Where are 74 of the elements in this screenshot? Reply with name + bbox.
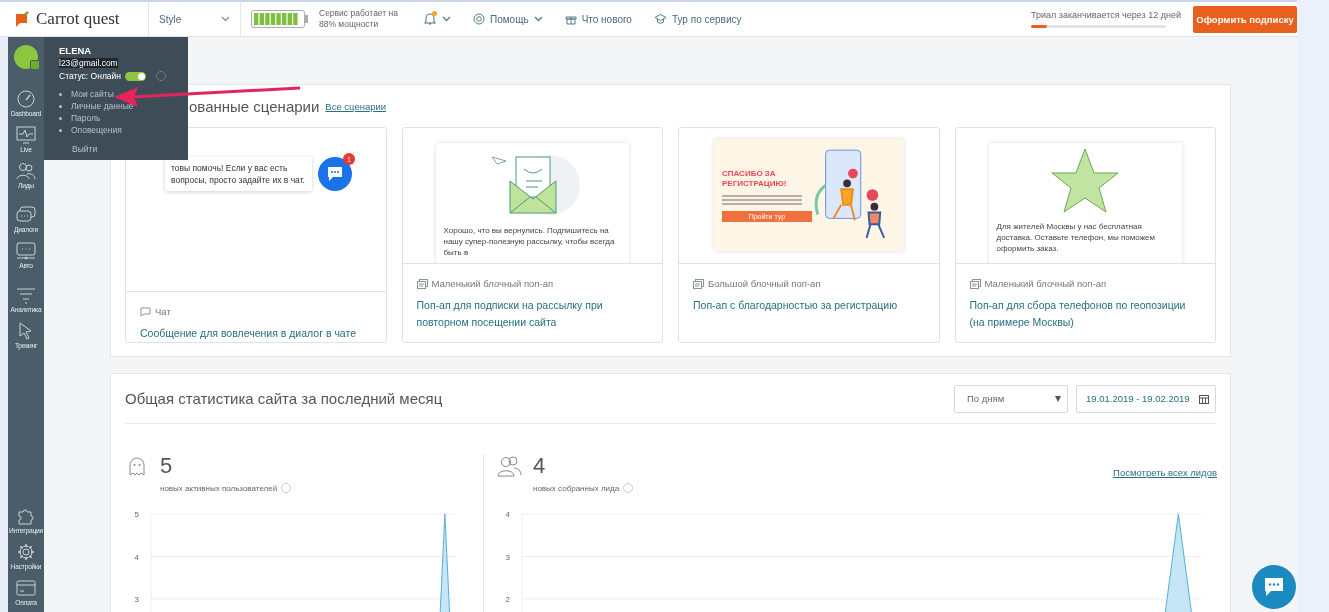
menu-item[interactable]: Пароль bbox=[59, 112, 173, 124]
lifebuoy-icon bbox=[473, 13, 485, 25]
graduation-cap-icon bbox=[653, 13, 667, 25]
funnel-icon bbox=[16, 285, 36, 304]
chat-bubble-icon bbox=[140, 306, 151, 317]
user-email: l23@gmail.com bbox=[59, 58, 118, 68]
user-name: ELENA bbox=[59, 45, 93, 56]
battery-icon bbox=[251, 10, 309, 28]
logout-item[interactable]: Выйти bbox=[72, 144, 98, 154]
chat-bubble-icon bbox=[326, 166, 344, 182]
settings-icon bbox=[16, 542, 36, 561]
popup-icon bbox=[969, 278, 981, 289]
chat-message: товы помочь! Если у вас есть вопросы, просто задайте их в чат. bbox=[165, 157, 312, 191]
scenario-type: Большой блочный поп-ап bbox=[708, 278, 821, 289]
axis-label: 3 bbox=[134, 595, 139, 604]
trial-notice: Триал заканчивается через 12 дней bbox=[1031, 10, 1181, 20]
credit-card-icon bbox=[16, 578, 36, 597]
avatar[interactable] bbox=[14, 45, 38, 69]
calendar-icon bbox=[1199, 393, 1209, 404]
chevron-icon bbox=[221, 16, 230, 22]
status-toggle[interactable] bbox=[125, 71, 147, 81]
scenario-card[interactable]: Для жителей Москвы у нас бесплатная доставка. Оставьте телефон, мы поможем оформить заказ. Маленький блочный поп-ап Поп-ап для сбора телефонов по геопозиции (на примере Москвы) bbox=[954, 127, 1216, 343]
metric-label: новых активных пользователей bbox=[160, 483, 278, 493]
axis-label: 2 bbox=[505, 595, 510, 604]
all-scenarios-link[interactable]: Все сценарии bbox=[325, 100, 387, 112]
popup-icon bbox=[693, 278, 704, 289]
scenario-type: Чат bbox=[155, 306, 171, 317]
nav-link[interactable]: Помощь bbox=[473, 13, 543, 25]
star-drawing bbox=[1050, 147, 1121, 215]
bell-icon bbox=[423, 12, 437, 26]
logo-text: Carrot quest bbox=[36, 9, 120, 29]
logo-icon bbox=[15, 10, 31, 28]
metric-label: новых собранных лида bbox=[533, 483, 620, 493]
chat-bubble-icon bbox=[1263, 577, 1285, 597]
popup-icon bbox=[416, 278, 428, 289]
chevron-icon bbox=[442, 16, 451, 22]
axis-label: 4 bbox=[134, 552, 139, 562]
axis-label: 5 bbox=[134, 510, 139, 519]
popup-text: Для жителей Москвы у нас бесплатная доставка. Оставьте телефон, мы поможем оформить заказ. bbox=[996, 221, 1156, 254]
scenario-title: Поп-ап для подписки на рассылку при повторном посещении сайта bbox=[416, 298, 604, 330]
scenario-card[interactable]: Хорошо, что вы вернулись. Подпишитесь на нашу супер-полезную рассылку, чтобы всегда быть в Маленький блочный поп-ап Поп-ап для подписки на рассылку при повторном посещении сайта bbox=[401, 127, 663, 343]
chat-bubbles-icon bbox=[16, 205, 36, 224]
scenario-title: Поп-ап для сбора телефонов по геопозиции (на примере Москвы) bbox=[969, 298, 1187, 330]
scenario-type: Маленький блочный поп-ап bbox=[984, 278, 1107, 289]
scenario-title: Сообщение для вовлечения в диалог в чате bbox=[140, 326, 357, 341]
period-select[interactable]: По дням bbox=[954, 384, 1068, 413]
section-title: ованные сценарии bbox=[189, 97, 320, 115]
scenario-title: Поп-ап с благодарностью за регистрацию bbox=[693, 298, 899, 313]
puzzle-icon bbox=[16, 506, 36, 525]
axis-label: 4 bbox=[505, 510, 510, 519]
project-select[interactable]: Style bbox=[149, 2, 241, 36]
all-leads-link[interactable]: Посмотреть всех лидов bbox=[1113, 467, 1217, 478]
chevron-icon bbox=[533, 16, 543, 22]
section-title: Общая статистика сайта за последний месяц bbox=[125, 390, 444, 407]
gift-icon bbox=[564, 13, 577, 25]
popup-heading: СПАСИБО ЗА РЕГИСТРАЦИЮ! bbox=[722, 168, 788, 189]
status-label: Статус: Онлайн bbox=[59, 71, 122, 81]
monitor-chat-icon bbox=[16, 241, 36, 260]
subscribe-button[interactable]: Оформить подписку bbox=[1193, 5, 1297, 33]
scenario-type: Маленький блочный поп-ап bbox=[431, 278, 554, 289]
popup-text: Хорошо, что вы вернулись. Подпишитесь на нашу супер-полезную рассылку, чтобы всегда быть в bbox=[443, 225, 616, 258]
nav-link[interactable]: Тур по сервису bbox=[653, 13, 742, 25]
notifications-button[interactable] bbox=[423, 12, 451, 26]
gauge-icon bbox=[16, 89, 36, 108]
nav-link[interactable]: Что нового bbox=[564, 13, 632, 25]
dropdown-arrow-icon bbox=[1055, 395, 1061, 402]
monitor-icon bbox=[16, 125, 36, 144]
metric-value: 5 bbox=[160, 454, 174, 478]
date-range-field[interactable]: 19.01.2019 - 19.02.2019 bbox=[1076, 384, 1216, 413]
people-icon bbox=[16, 161, 36, 180]
service-status: Сервис работает на 88% мощности bbox=[319, 8, 399, 30]
axis-label: 3 bbox=[505, 552, 510, 562]
people-icon bbox=[496, 454, 522, 478]
metric-value: 4 bbox=[533, 454, 547, 478]
